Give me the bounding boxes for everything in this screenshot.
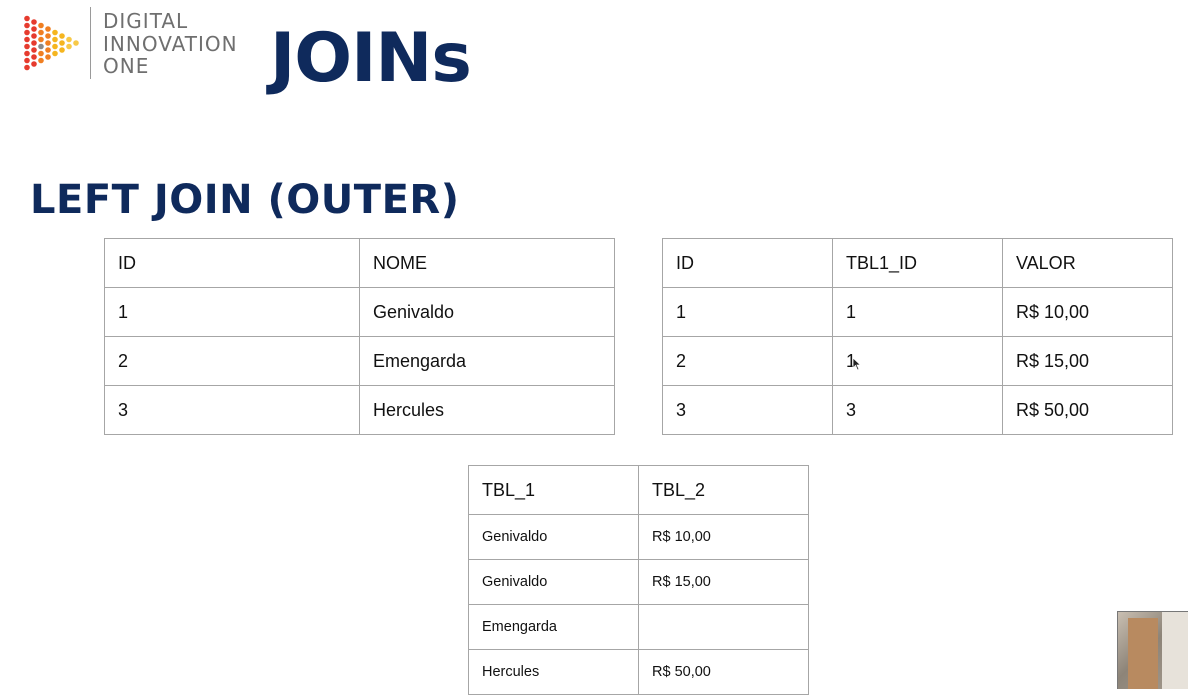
header-cell: VALOR [1002, 238, 1173, 288]
logo-dot [52, 29, 58, 36]
mouse-pointer-icon [852, 357, 862, 371]
logo-dot [52, 50, 58, 57]
table-cell: R$ 50,00 [1002, 385, 1173, 435]
logo-dot [31, 26, 37, 32]
slide-subtitle: LEFT JOIN (OUTER) [30, 177, 460, 223]
logo-dot [73, 40, 79, 46]
logo-dot [38, 29, 44, 36]
digital-innovation-one-logo-mark-icon [24, 15, 79, 71]
logo-dot [24, 64, 30, 71]
table-cell: 3 [662, 385, 833, 435]
logo-dot [24, 36, 30, 43]
table-result: TBL_1 TBL_2 Genivaldo R$ 10,00 Genivaldo… [468, 465, 809, 695]
logo-dot [31, 40, 37, 46]
table-row: Genivaldo R$ 15,00 [468, 559, 809, 605]
logo-dot [31, 33, 37, 39]
logo-dot [66, 43, 72, 50]
logo-wordmark: DIGITAL INNOVATION ONE [103, 10, 238, 78]
logo-dot [24, 57, 30, 64]
logo-dot [38, 22, 44, 29]
table-row: Emengarda [468, 604, 809, 650]
logo-dot [59, 47, 65, 53]
table-tbl1: ID NOME 1 Genivaldo 2 Emengarda 3 Hercul… [104, 238, 615, 435]
table-header-row: ID NOME [104, 238, 615, 288]
logo-dot [31, 19, 37, 25]
logo-dot [38, 50, 44, 57]
logo-dot [38, 36, 44, 43]
logo-dot [52, 36, 58, 43]
table-cell [638, 604, 809, 650]
table-cell: Genivaldo [468, 514, 639, 560]
table-row: 2 Emengarda [104, 336, 615, 386]
table-cell: R$ 10,00 [1002, 287, 1173, 337]
logo-dot [24, 43, 30, 50]
logo-dot [59, 33, 65, 39]
table-header-row: TBL_1 TBL_2 [468, 465, 809, 515]
logo-dot [59, 40, 65, 46]
logo-dot [31, 61, 37, 67]
table-cell: Genivaldo [359, 287, 615, 337]
logo-line-2: INNOVATION [103, 31, 238, 56]
logo-dot [45, 40, 51, 46]
table-cell: 1 [832, 287, 1003, 337]
table-cell: Hercules [359, 385, 615, 435]
webcam-scene-frame [1162, 612, 1188, 689]
logo-dot [31, 47, 37, 53]
slide-title: JOINs [270, 19, 472, 98]
table-cell: R$ 10,00 [638, 514, 809, 560]
webcam-overlay [1117, 611, 1188, 689]
logo-line-1: DIGITAL [103, 9, 189, 33]
table-row: 1 Genivaldo [104, 287, 615, 337]
logo-dot [45, 54, 51, 60]
logo-dot [31, 54, 37, 60]
header-cell: NOME [359, 238, 615, 288]
table-row: 1 1 R$ 10,00 [662, 287, 1173, 337]
webcam-scene-door [1128, 618, 1158, 689]
header-cell: TBL_2 [638, 465, 809, 515]
table-row: 3 Hercules [104, 385, 615, 435]
logo-divider [90, 7, 91, 79]
table-row: Genivaldo R$ 10,00 [468, 514, 809, 560]
table-row: 2 1 R$ 15,00 [662, 336, 1173, 386]
table-cell: R$ 15,00 [638, 559, 809, 605]
logo-dot [24, 29, 30, 36]
logo-line-3: ONE [103, 54, 150, 78]
table-cell: 1 [104, 287, 360, 337]
logo-dot [66, 36, 72, 43]
table-cell: 3 [832, 385, 1003, 435]
table-cell: Emengarda [468, 604, 639, 650]
table-row: 3 3 R$ 50,00 [662, 385, 1173, 435]
logo-dot [24, 50, 30, 57]
table-cell: 2 [104, 336, 360, 386]
header-cell: TBL_1 [468, 465, 639, 515]
table-cell: Emengarda [359, 336, 615, 386]
header-cell: TBL1_ID [832, 238, 1003, 288]
table-cell: 3 [104, 385, 360, 435]
logo-dot [24, 22, 30, 29]
table-cell: 1 [662, 287, 833, 337]
table-header-row: ID TBL1_ID VALOR [662, 238, 1173, 288]
logo-dot [38, 43, 44, 50]
logo-dot [45, 26, 51, 32]
logo-dot [38, 57, 44, 64]
header-cell: ID [104, 238, 360, 288]
table-tbl2: ID TBL1_ID VALOR 1 1 R$ 10,00 2 1 R$ 15,… [662, 238, 1173, 435]
logo-dot [45, 47, 51, 53]
table-cell: 2 [662, 336, 833, 386]
logo-dot [52, 43, 58, 50]
logo-dot [24, 15, 30, 22]
header-cell: ID [662, 238, 833, 288]
table-cell: R$ 15,00 [1002, 336, 1173, 386]
logo-dot [45, 33, 51, 39]
table-cell: Genivaldo [468, 559, 639, 605]
